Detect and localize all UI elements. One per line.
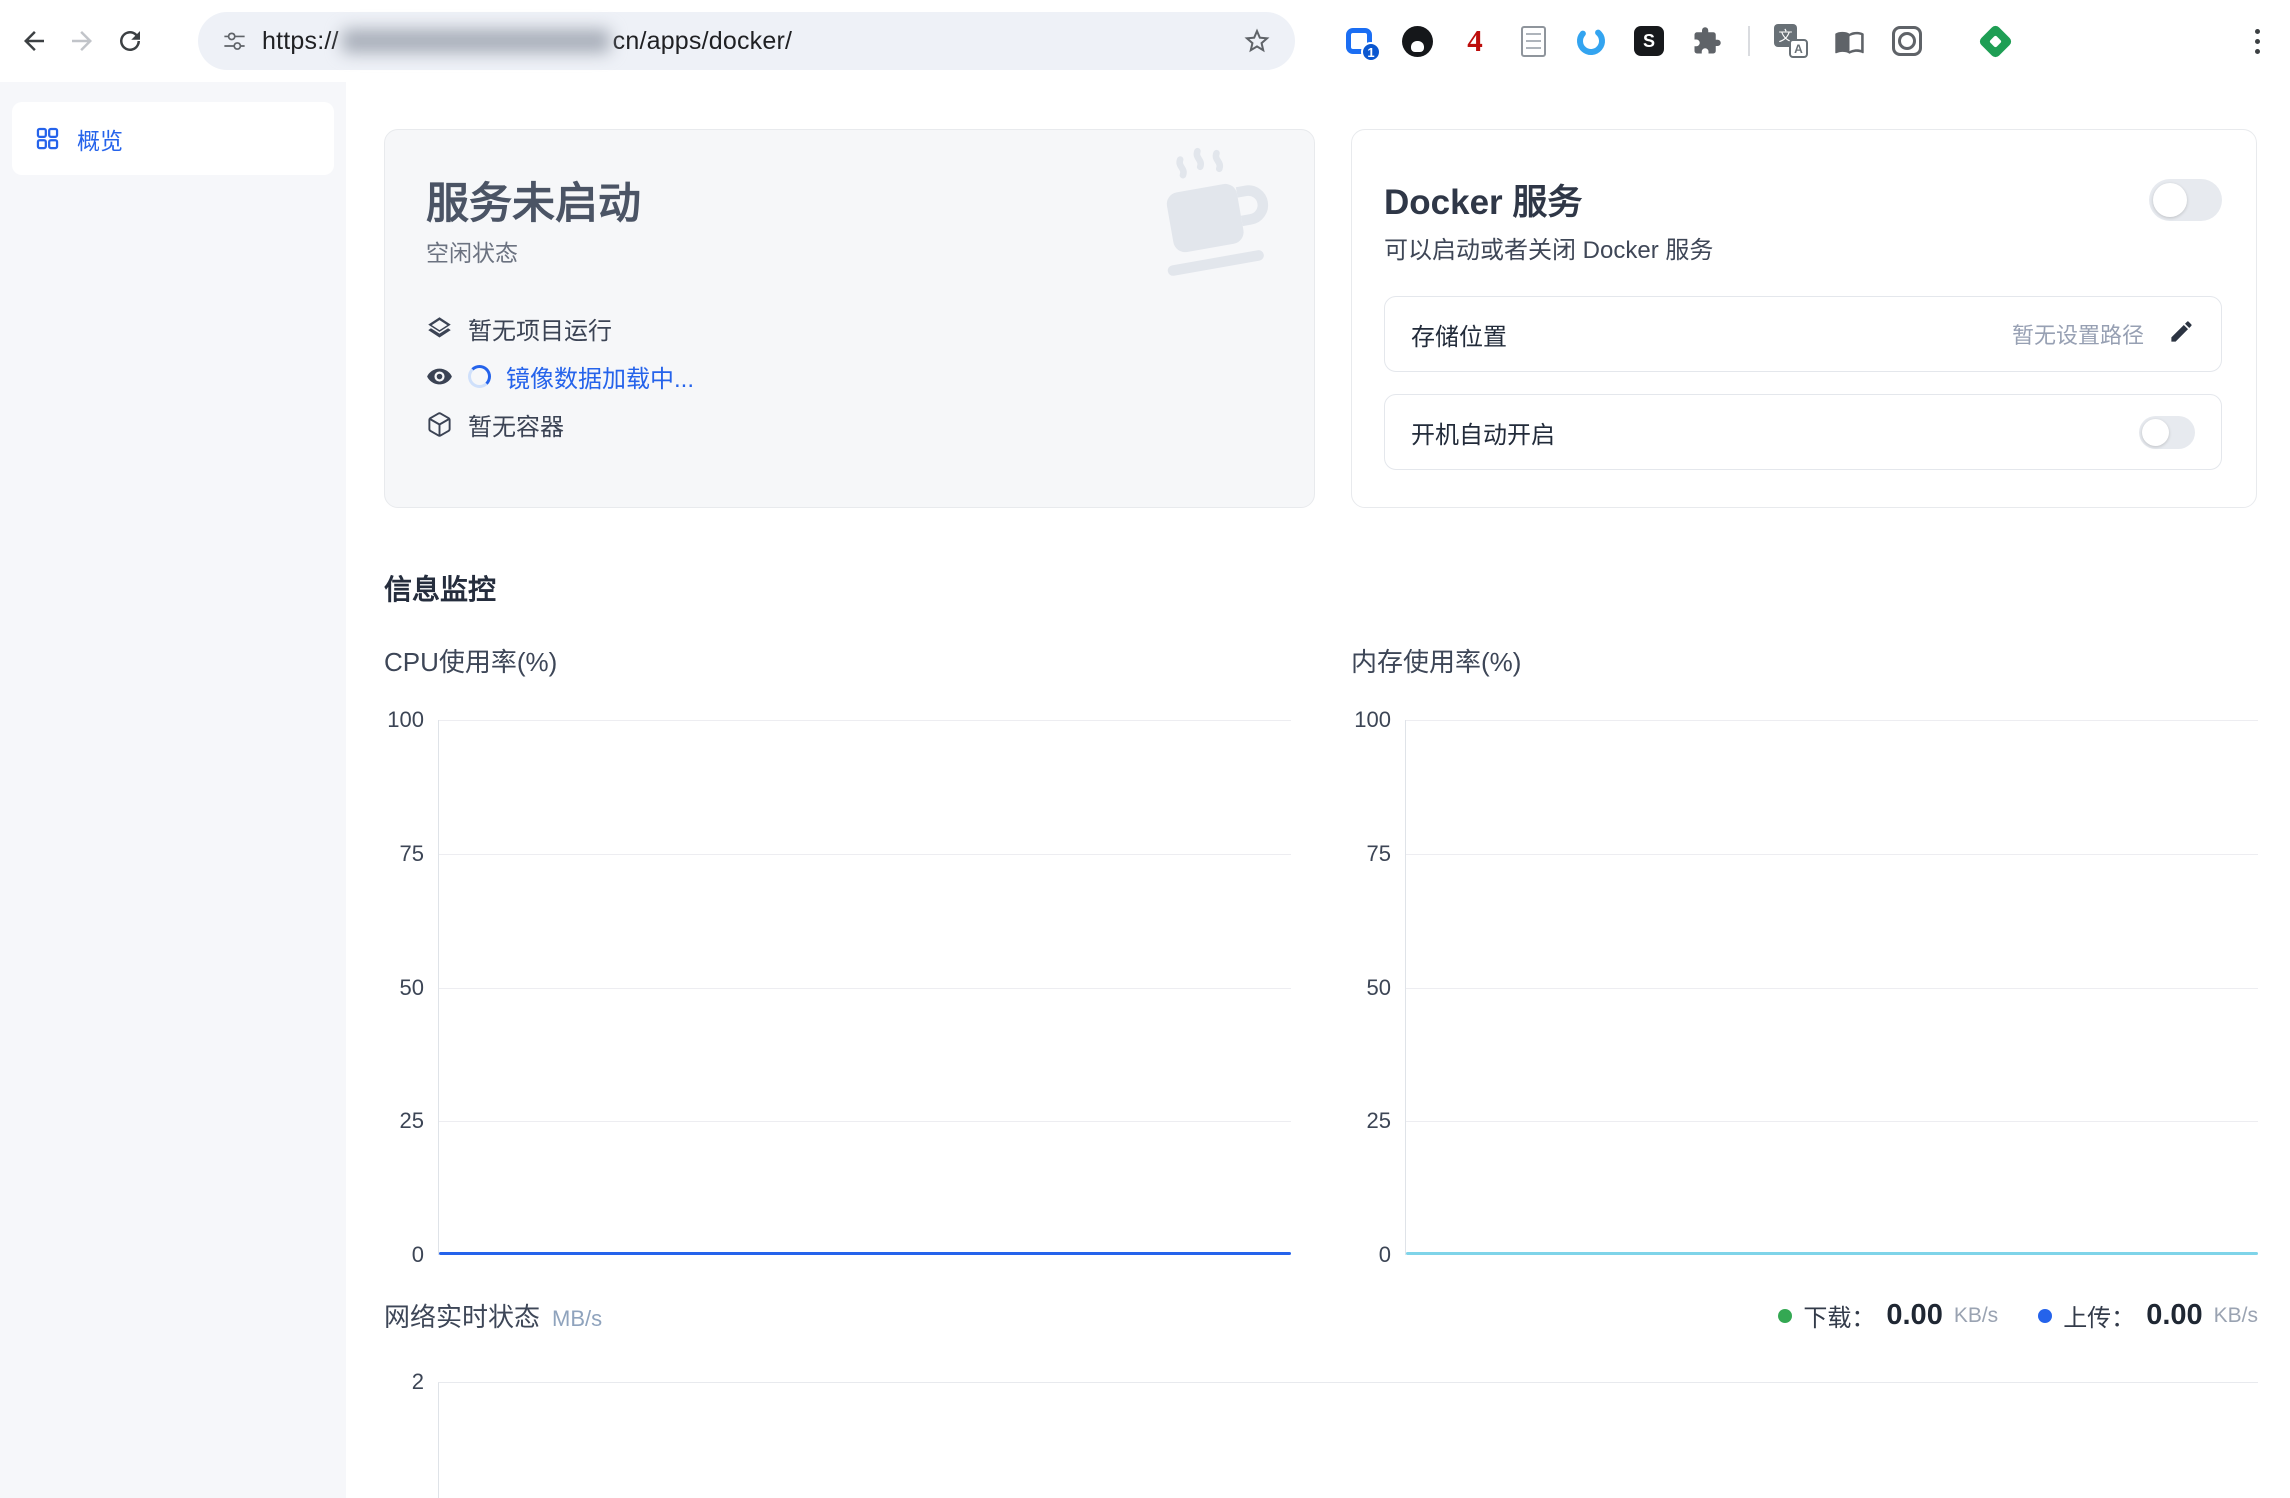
- swirl-extension-icon[interactable]: [1574, 24, 1608, 58]
- upload-dot-icon: [2038, 1309, 2052, 1323]
- memory-series-line: [1406, 1252, 2258, 1255]
- storage-path-value: 暂无设置路径: [2012, 318, 2144, 350]
- storage-path-row[interactable]: 存储位置 暂无设置路径: [1384, 296, 2222, 372]
- memory-chart-plot: [1405, 720, 2258, 1255]
- cpu-chart-plot: [438, 720, 1291, 1255]
- extension-badge: 1: [1361, 42, 1381, 62]
- network-chart-yaxis: 2: [384, 1382, 438, 1498]
- grid-icon: [34, 125, 61, 152]
- container-box-icon: [426, 411, 453, 438]
- main-content: 服务未启动 空闲状态 暂无项目运行 镜像数据加载中...: [346, 82, 2290, 1498]
- status-row-images: 镜像数据加载中...: [426, 360, 1314, 393]
- network-section-header: 网络实时状态 MB/s 下载： 0.00 KB/s 上传： 0.00 KB/s: [384, 1297, 2258, 1334]
- reload-button[interactable]: [106, 17, 154, 65]
- network-title: 网络实时状态: [384, 1297, 540, 1334]
- status-row-label: 镜像数据加载中...: [506, 359, 694, 394]
- browser-toolbar: https:// cn/apps/docker/ 1 4 S 文 A: [0, 0, 2290, 82]
- site-settings-icon[interactable]: [220, 27, 248, 55]
- charts-row: CPU使用率(%) 100 75 50 25 0: [384, 644, 2258, 1255]
- translate-extension-icon[interactable]: 文 A: [1774, 24, 1808, 58]
- status-row-projects: 暂无项目运行: [426, 312, 1314, 345]
- autostart-row: 开机自动开启: [1384, 394, 2222, 470]
- url-text[interactable]: https:// cn/apps/docker/: [262, 27, 792, 56]
- forward-icon: [67, 26, 97, 56]
- autostart-label: 开机自动开启: [1411, 415, 1555, 450]
- network-chart: 2: [384, 1382, 2258, 1498]
- browser-menu-button[interactable]: [2242, 21, 2272, 61]
- memory-usage-chart: 内存使用率(%) 100 75 50 25 0: [1351, 644, 2258, 1255]
- cpu-series-line: [439, 1252, 1291, 1255]
- docker-service-card: Docker 服务 可以启动或者关闭 Docker 服务 存储位置 暂无设置路径…: [1351, 129, 2257, 508]
- forward-button[interactable]: [58, 17, 106, 65]
- back-button[interactable]: [10, 17, 58, 65]
- download-value: 0.00: [1886, 1299, 1942, 1332]
- docker-service-title: Docker 服务: [1384, 174, 1582, 225]
- network-unit: MB/s: [552, 1306, 602, 1332]
- document-extension-icon[interactable]: [1516, 24, 1550, 58]
- extensions-row: 1 4 S 文 A: [1342, 24, 2012, 58]
- sidebar: 概览: [0, 82, 346, 1498]
- cpu-chart-yaxis: 100 75 50 25 0: [384, 720, 438, 1255]
- network-legend: 下载： 0.00 KB/s 上传： 0.00 KB/s: [1778, 1298, 2258, 1333]
- toolbar-divider: [1748, 26, 1750, 56]
- loading-spinner-icon: [468, 365, 491, 388]
- reading-list-icon[interactable]: [1832, 24, 1866, 58]
- reload-icon: [115, 26, 145, 56]
- url-path: cn/apps/docker/: [613, 27, 793, 56]
- top-cards-row: 服务未启动 空闲状态 暂无项目运行 镜像数据加载中...: [384, 129, 2258, 508]
- github-extension-icon[interactable]: [1400, 24, 1434, 58]
- autostart-toggle[interactable]: [2139, 416, 2195, 449]
- docker-service-subtitle: 可以启动或者关闭 Docker 服务: [1384, 235, 2222, 266]
- sidebar-item-label: 概览: [77, 122, 123, 156]
- green-diamond-extension-icon[interactable]: [1978, 24, 2012, 58]
- s-letter-extension-icon[interactable]: S: [1632, 24, 1666, 58]
- status-row-containers: 暂无容器: [426, 408, 1314, 441]
- coffee-cup-icon: [1119, 129, 1302, 305]
- network-chart-plot: [438, 1382, 2258, 1498]
- window-extension-icon[interactable]: 1: [1342, 24, 1376, 58]
- status-row-label: 暂无容器: [468, 407, 564, 442]
- cpu-usage-chart: CPU使用率(%) 100 75 50 25 0: [384, 644, 1291, 1255]
- status-row-label: 暂无项目运行: [468, 311, 612, 346]
- cpu-chart-title: CPU使用率(%): [384, 644, 1291, 680]
- status-rows: 暂无项目运行 镜像数据加载中...: [426, 312, 1314, 441]
- upload-legend-item: 上传： 0.00 KB/s: [2038, 1298, 2258, 1333]
- url-scheme: https://: [262, 27, 339, 56]
- sidebar-item-overview[interactable]: 概览: [12, 102, 334, 175]
- download-dot-icon: [1778, 1309, 1792, 1323]
- bookmark-star-icon[interactable]: [1241, 25, 1273, 57]
- monitor-heading: 信息监控: [384, 568, 2258, 608]
- memory-chart-yaxis: 100 75 50 25 0: [1351, 720, 1405, 1255]
- extensions-puzzle-icon[interactable]: [1690, 24, 1724, 58]
- counter-extension-icon[interactable]: 4: [1458, 24, 1492, 58]
- storage-path-label: 存储位置: [1411, 317, 1507, 352]
- eye-icon: [426, 363, 453, 390]
- app-window: 概览 服务未启动 空闲状态 暂无项目运行 镜像数据加载中...: [0, 82, 2290, 1498]
- memory-chart-title: 内存使用率(%): [1351, 644, 2258, 680]
- docker-card-header: Docker 服务: [1384, 174, 2222, 225]
- url-redacted-segment: [342, 29, 610, 53]
- docker-service-toggle[interactable]: [2149, 179, 2222, 221]
- url-bar[interactable]: https:// cn/apps/docker/: [198, 12, 1295, 70]
- screenshot-extension-icon[interactable]: [1890, 24, 1924, 58]
- upload-value: 0.00: [2146, 1299, 2202, 1332]
- back-icon: [19, 26, 49, 56]
- edit-pencil-icon[interactable]: [2168, 318, 2195, 350]
- service-status-card: 服务未启动 空闲状态 暂无项目运行 镜像数据加载中...: [384, 129, 1315, 508]
- layers-icon: [426, 315, 453, 342]
- download-legend-item: 下载： 0.00 KB/s: [1778, 1298, 1998, 1333]
